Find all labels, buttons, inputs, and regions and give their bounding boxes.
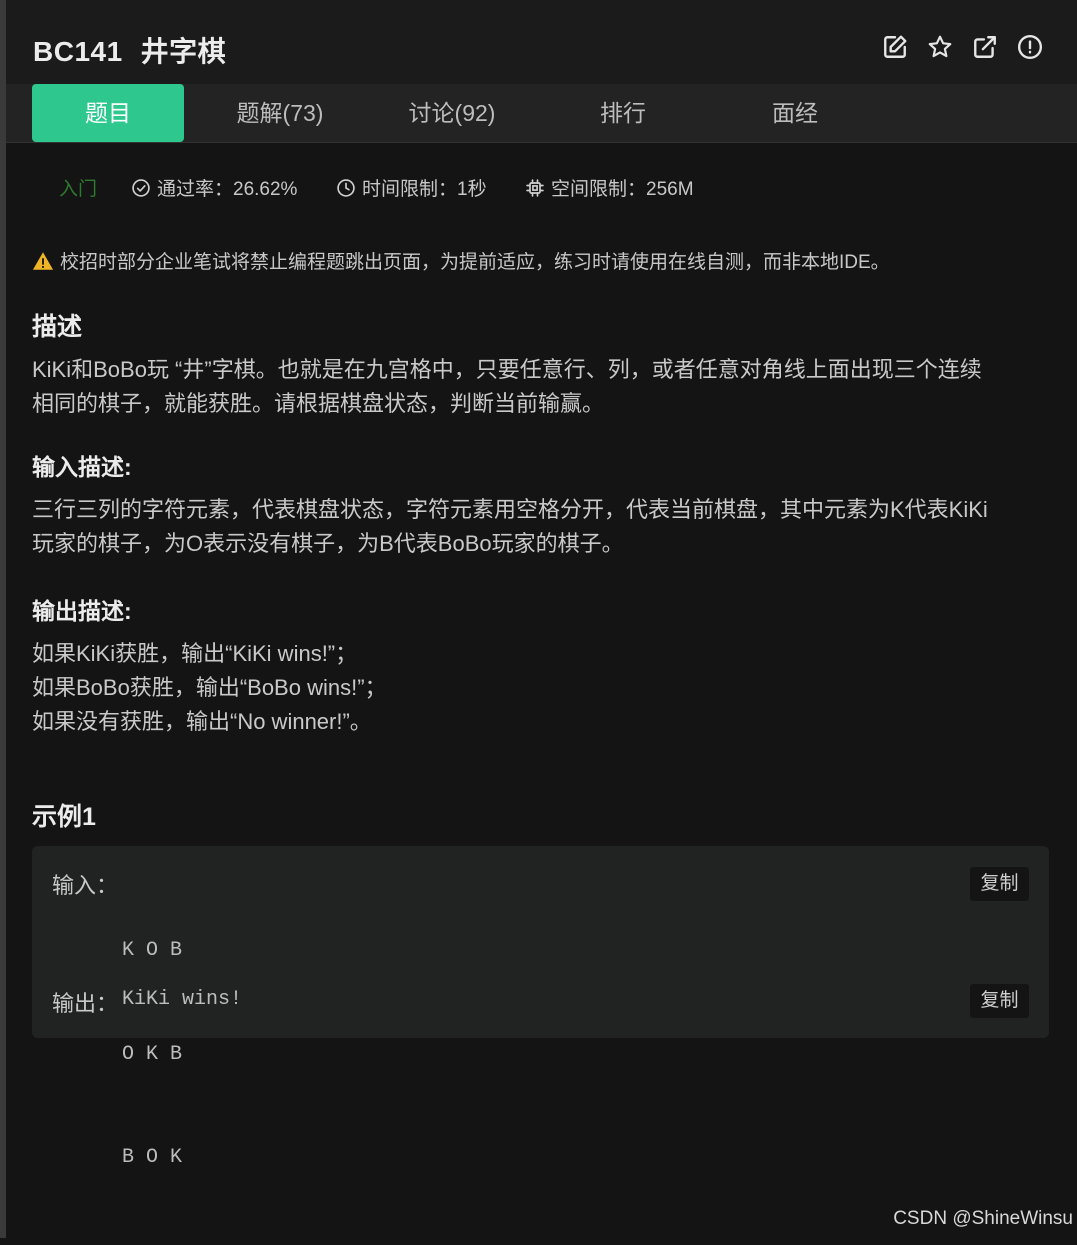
example-heading: 示例1 xyxy=(32,803,96,831)
check-circle-icon xyxy=(132,178,150,197)
warning-icon xyxy=(32,251,54,270)
example-input-code[interactable]: K O B O K B B O K xyxy=(122,865,182,1245)
description-line: KiKi和BoBo玩 “井”字棋。也就是在九宫格中，只要任意行、列，或者任意对角… xyxy=(32,357,982,382)
input-desc-text: 三行三列的字符元素，代表棋盘状态，字符元素用空格分开，代表当前棋盘，其中元素为K… xyxy=(32,493,1044,561)
output-desc-text: 如果KiKi获胜，输出“KiKi wins!”； 如果BoBo获胜，输出“BoB… xyxy=(32,637,1044,739)
example-input-line: B O K xyxy=(122,1146,183,1169)
star-icon[interactable] xyxy=(927,34,953,60)
external-link-icon[interactable] xyxy=(972,34,998,60)
difficulty-badge: 入门 xyxy=(59,179,98,200)
description-line: 相同的棋子，就能获胜。请根据棋盘状态，判断当前输赢。 xyxy=(32,391,605,416)
tab-solutions[interactable]: 题解(73) xyxy=(204,84,356,142)
description-text: KiKi和BoBo玩 “井”字棋。也就是在九宫格中，只要任意行、列，或者任意对角… xyxy=(32,353,1044,421)
example-output-label: 输出： xyxy=(52,991,119,1016)
edit-icon[interactable] xyxy=(882,34,908,60)
problem-header: BC141 井字棋 xyxy=(6,0,1077,84)
copy-output-button[interactable]: 复制 xyxy=(970,984,1029,1018)
clock-icon xyxy=(337,178,355,197)
pass-rate: 通过率：26.62% xyxy=(131,174,297,201)
page-title: BC141 井字棋 xyxy=(33,30,226,70)
header-actions xyxy=(882,34,1043,60)
tab-interviews[interactable]: 面经 xyxy=(719,84,871,142)
input-desc-line: 三行三列的字符元素，代表棋盘状态，字符元素用空格分开，代表当前棋盘，其中元素为K… xyxy=(32,497,988,522)
description-heading: 描述 xyxy=(32,313,83,341)
time-limit: 时间限制：1秒 xyxy=(336,174,487,201)
example-input-line: O K B xyxy=(122,1042,183,1066)
notice-text: 校招时部分企业笔试将禁止编程题跳出页面，为提前适应，练习时请使用在线自测，而非本… xyxy=(60,252,890,273)
pass-rate-text: 通过率：26.62% xyxy=(157,179,298,200)
alert-circle-icon[interactable] xyxy=(1017,34,1043,60)
notice-banner: 校招时部分企业笔试将禁止编程题跳出页面，为提前适应，练习时请使用在线自测，而非本… xyxy=(32,247,890,274)
output-desc-heading: 输出描述: xyxy=(32,598,132,624)
space-limit-text: 空间限制：256M xyxy=(551,179,694,200)
output-desc-line: 如果BoBo获胜，输出“BoBo wins!”； xyxy=(32,675,387,700)
example-output-code[interactable]: KiKi wins! xyxy=(122,983,242,1018)
copy-input-button[interactable]: 复制 xyxy=(970,867,1029,901)
example-input-label: 输入： xyxy=(52,873,119,898)
example-input-line: K O B xyxy=(122,939,183,962)
problem-meta: 入门 通过率：26.62% 时间限制：1秒 空间限制：256M xyxy=(6,168,1077,204)
time-limit-text: 时间限制：1秒 xyxy=(362,179,487,200)
tab-discussion[interactable]: 讨论(92) xyxy=(376,84,528,142)
output-desc-line: 如果没有获胜，输出“No winner!”。 xyxy=(32,709,372,734)
tab-ranking[interactable]: 排行 xyxy=(547,84,699,142)
example-box: 输入： K O B O K B B O K 复制 输出： KiKi wins! … xyxy=(32,846,1049,1169)
input-desc-line: 玩家的棋子，为O表示没有棋子，为B代表BoBo玩家的棋子。 xyxy=(32,531,624,556)
watermark: CSDN @ShineWinsu xyxy=(893,1208,1073,1229)
tab-problem[interactable]: 题目 xyxy=(32,84,184,142)
input-desc-heading: 输入描述: xyxy=(32,454,132,480)
problem-id: BC141 xyxy=(33,36,123,67)
tab-bar: 题目 题解(73) 讨论(92) 排行 面经 xyxy=(6,84,1077,143)
chip-icon xyxy=(526,178,544,197)
output-desc-line: 如果KiKi获胜，输出“KiKi wins!”； xyxy=(32,641,358,666)
space-limit: 空间限制：256M xyxy=(525,174,694,201)
problem-name: 井字棋 xyxy=(140,36,227,67)
